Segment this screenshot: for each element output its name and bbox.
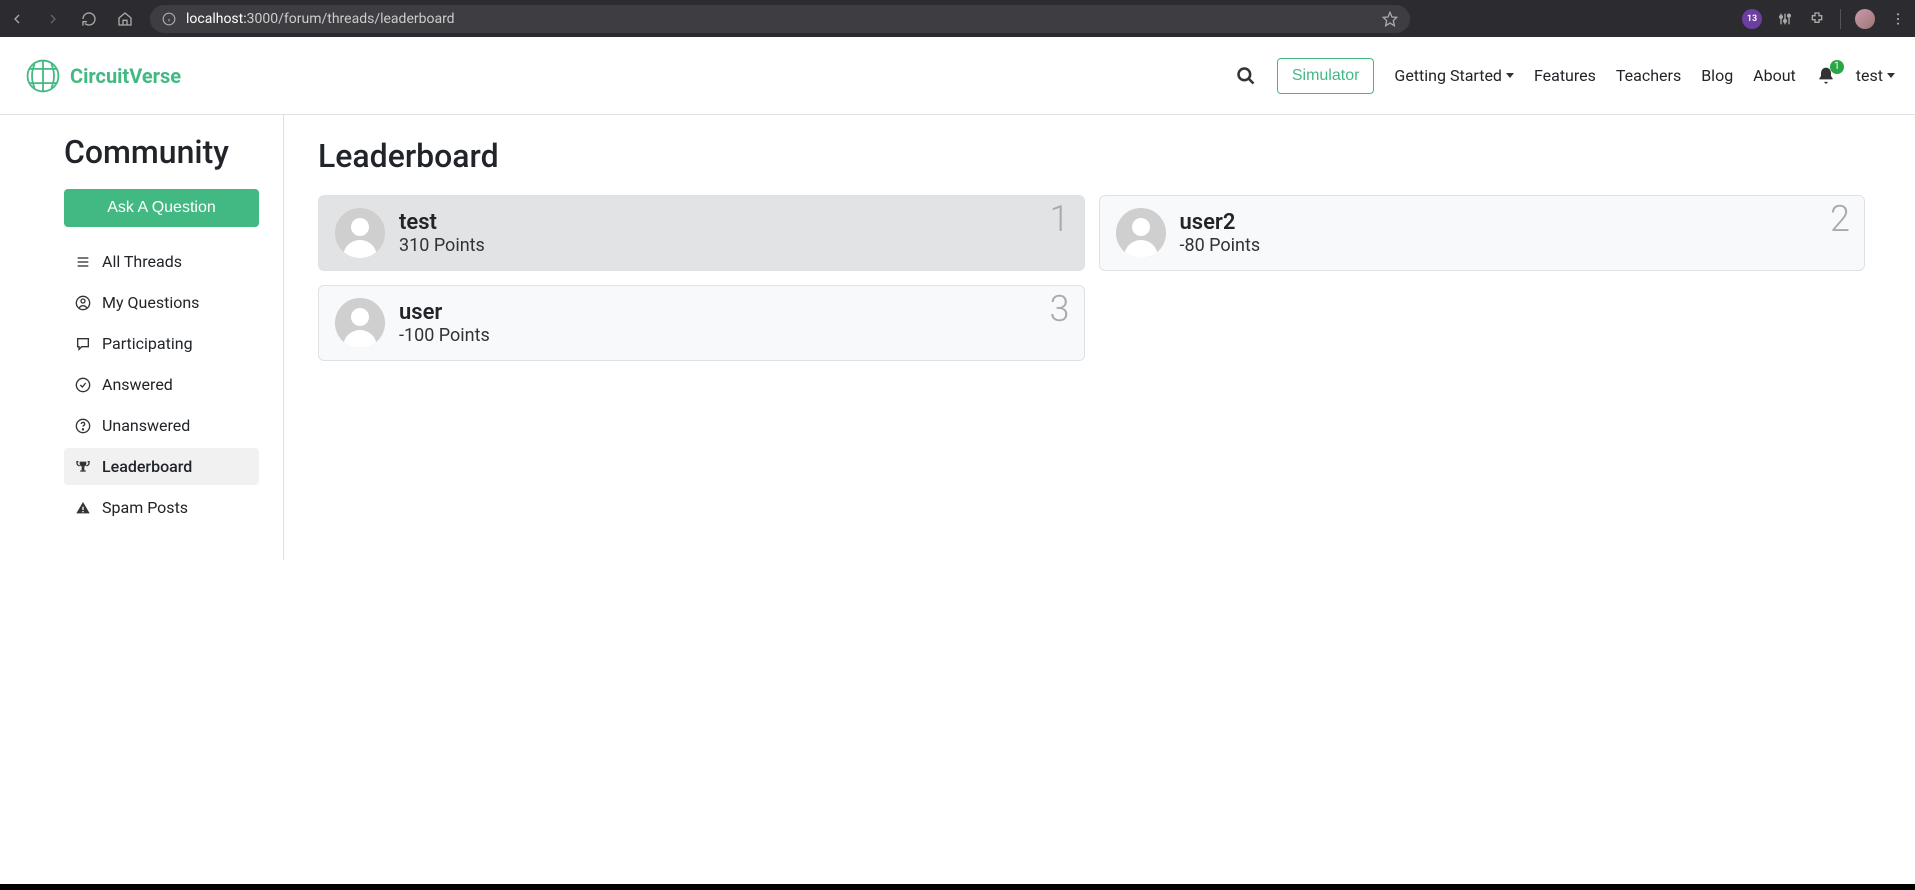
- profile-avatar[interactable]: [1855, 9, 1875, 29]
- sidebar: Community Ask A Question All Threads My Q…: [0, 115, 284, 560]
- nav-right: Simulator Getting Started Features Teach…: [1235, 58, 1895, 94]
- nav-getting-started[interactable]: Getting Started: [1394, 66, 1514, 85]
- content: Leaderboard test310 Points1user2-80 Poin…: [284, 115, 1915, 560]
- sidebar-item-my-questions[interactable]: My Questions: [64, 284, 259, 321]
- back-button[interactable]: [8, 10, 26, 28]
- notifications-bell[interactable]: 1: [1816, 66, 1836, 86]
- leaderboard-card[interactable]: user2-80 Points 2: [1099, 195, 1866, 271]
- leaderboard-points: -100 Points: [399, 325, 490, 346]
- chrome-right-controls: 13: [1742, 9, 1907, 29]
- leaderboard-rank: 2: [1830, 198, 1850, 240]
- site-info-icon[interactable]: [162, 12, 178, 26]
- user-circle-icon: [74, 294, 92, 312]
- question-circle-icon: [74, 417, 92, 435]
- navbar: CircuitVerse Simulator Getting Started F…: [0, 37, 1915, 115]
- list-icon: [74, 253, 92, 271]
- leaderboard-card[interactable]: test310 Points 1: [318, 195, 1085, 271]
- leaderboard-grid: test310 Points 1 user2-80 Points 2 user-100 …: [318, 195, 1865, 361]
- sidebar-item-label: Participating: [102, 334, 193, 353]
- leaderboard-name: user: [399, 300, 490, 325]
- chevron-down-icon: [1506, 73, 1514, 78]
- brand-name: CircuitVerse: [70, 64, 181, 88]
- sidebar-item-spam-posts[interactable]: Spam Posts: [64, 489, 259, 526]
- main: Community Ask A Question All Threads My Q…: [0, 115, 1915, 560]
- sidebar-heading: Community: [64, 133, 259, 171]
- leaderboard-points: 310 Points: [399, 235, 485, 256]
- check-circle-icon: [74, 376, 92, 394]
- sidebar-item-label: My Questions: [102, 293, 199, 312]
- notifications-count: 1: [1830, 60, 1844, 74]
- sidebar-item-unanswered[interactable]: Unanswered: [64, 407, 259, 444]
- extension-badge[interactable]: 13: [1742, 9, 1762, 29]
- sidebar-item-label: All Threads: [102, 252, 182, 271]
- leaderboard-info: test310 Points: [399, 210, 485, 256]
- avatar: [335, 298, 385, 348]
- footer-bar: [0, 884, 1915, 890]
- chevron-down-icon: [1887, 73, 1895, 78]
- sidebar-item-all-threads[interactable]: All Threads: [64, 243, 259, 280]
- nav-features[interactable]: Features: [1534, 66, 1596, 85]
- leaderboard-info: user2-80 Points: [1180, 210, 1261, 256]
- search-icon[interactable]: [1235, 65, 1257, 87]
- separator: [1840, 9, 1841, 29]
- nav-about[interactable]: About: [1753, 66, 1796, 85]
- warning-icon: [74, 499, 92, 517]
- avatar: [335, 208, 385, 258]
- sidebar-nav: All Threads My Questions Participating Answ…: [64, 243, 259, 526]
- nav-teachers[interactable]: Teachers: [1616, 66, 1681, 85]
- logo-icon: [24, 57, 62, 95]
- nav-link-label: Getting Started: [1394, 66, 1502, 85]
- page-title: Leaderboard: [318, 137, 1865, 175]
- sidebar-item-answered[interactable]: Answered: [64, 366, 259, 403]
- sidebar-item-label: Unanswered: [102, 416, 190, 435]
- kebab-menu-icon[interactable]: [1889, 10, 1907, 28]
- ask-question-button[interactable]: Ask A Question: [64, 189, 259, 227]
- browser-chrome: localhost:3000/forum/threads/leaderboard…: [0, 0, 1915, 37]
- address-bar[interactable]: localhost:3000/forum/threads/leaderboard: [150, 5, 1410, 33]
- url-text: localhost:3000/forum/threads/leaderboard: [186, 11, 1374, 27]
- sidebar-item-leaderboard[interactable]: Leaderboard: [64, 448, 259, 485]
- sidebar-item-label: Leaderboard: [102, 457, 192, 476]
- avatar: [1116, 208, 1166, 258]
- equalizer-icon[interactable]: [1776, 10, 1794, 28]
- extensions-icon[interactable]: [1808, 10, 1826, 28]
- bookmark-star-icon[interactable]: [1382, 11, 1398, 27]
- brand-logo[interactable]: CircuitVerse: [24, 57, 181, 95]
- leaderboard-info: user-100 Points: [399, 300, 490, 346]
- chrome-nav-buttons: [8, 10, 134, 28]
- sidebar-item-label: Spam Posts: [102, 498, 188, 517]
- simulator-button[interactable]: Simulator: [1277, 58, 1375, 94]
- user-menu[interactable]: test: [1856, 66, 1895, 85]
- nav-blog[interactable]: Blog: [1701, 66, 1733, 85]
- reload-button[interactable]: [80, 10, 98, 28]
- leaderboard-points: -80 Points: [1180, 235, 1261, 256]
- leaderboard-name: test: [399, 210, 485, 235]
- forward-button[interactable]: [44, 10, 62, 28]
- user-name: test: [1856, 66, 1883, 85]
- chat-icon: [74, 335, 92, 353]
- sidebar-item-participating[interactable]: Participating: [64, 325, 259, 362]
- home-button[interactable]: [116, 10, 134, 28]
- leaderboard-card[interactable]: user-100 Points 3: [318, 285, 1085, 361]
- leaderboard-name: user2: [1180, 210, 1261, 235]
- trophy-icon: [74, 458, 92, 476]
- sidebar-item-label: Answered: [102, 375, 173, 394]
- leaderboard-rank: 1: [1050, 198, 1070, 240]
- leaderboard-rank: 3: [1050, 288, 1070, 330]
